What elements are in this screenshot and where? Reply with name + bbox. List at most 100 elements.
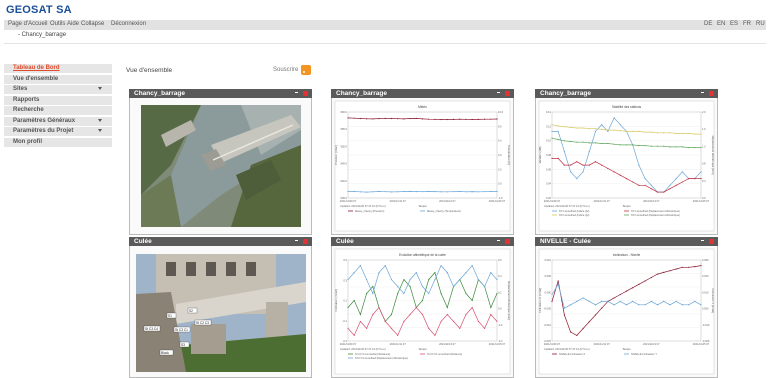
widget-header: Chancy_barrage	[129, 89, 312, 98]
minimize-icon[interactable]	[701, 92, 704, 93]
data-point	[663, 145, 665, 147]
aerial-photo	[130, 98, 311, 234]
data-point	[551, 124, 553, 126]
x-tick: 2021/11/09 07	[340, 342, 357, 346]
x-tick: 2021/11/09 07	[544, 342, 561, 346]
minimize-icon[interactable]	[497, 240, 500, 241]
lang-en[interactable]: EN	[717, 21, 725, 27]
menu-item-help[interactable]: Aide	[67, 21, 79, 27]
y-tick-right: 0.020	[702, 274, 709, 278]
data-point	[588, 142, 590, 144]
close-icon[interactable]	[709, 239, 714, 244]
data-point	[687, 146, 690, 149]
stability-chart: Stabilité des stations 0.14 0.12 0.10 0.08 0.…	[538, 100, 715, 232]
lang-de[interactable]: DE	[704, 21, 712, 27]
legend-entry: ST1 smoothed (Déplacement Altimétrique)	[631, 209, 680, 213]
data-point	[650, 145, 652, 147]
y-axis-label-right: Déplacement altimétrique [mm]	[507, 281, 511, 320]
y-tick-left: 0.010	[545, 258, 552, 262]
chart-title: Stabilité des stations	[612, 105, 642, 109]
data-point	[390, 191, 393, 193]
data-point	[446, 313, 448, 316]
meteo-chart: Météo960.0955.0950.0945.0940.0935.010.08…	[334, 100, 511, 232]
menu-item-tools[interactable]: Outils	[50, 21, 65, 27]
minimize-icon[interactable]	[295, 240, 298, 241]
data-point	[656, 145, 659, 147]
y-tick-right: 0.4	[498, 274, 502, 278]
x-tick: 2021/11/11 07	[390, 199, 407, 203]
data-point	[465, 313, 467, 316]
data-point	[390, 117, 393, 120]
data-point	[694, 266, 696, 268]
data-point	[347, 190, 349, 193]
data-point	[619, 293, 621, 296]
widget-body	[129, 98, 312, 235]
breadcrumb[interactable]: - Chancy_barrage	[18, 32, 66, 38]
data-point	[483, 327, 486, 330]
data-point	[551, 293, 553, 296]
subscribe-link[interactable]: Souscrire	[273, 67, 298, 73]
sidebar-item-search[interactable]: Recherche	[4, 106, 112, 115]
bridge-photo: S1 S2 St C3 C4 St C3 C1 St C2 C3 S3 Bloc…	[130, 246, 311, 377]
data-point	[465, 292, 467, 295]
legend-entry: ST1 smoothed (Indice Q2)	[559, 209, 590, 213]
data-point	[490, 118, 492, 120]
sidebar-item-dashboard[interactable]: Tableau de Bord	[4, 64, 112, 73]
sidebar-item-project-settings[interactable]: Paramètres du Projet	[4, 127, 112, 136]
data-point	[403, 320, 405, 323]
sidebar-item-profile[interactable]: Mon profil	[4, 137, 112, 147]
data-point	[694, 300, 696, 302]
y-tick-right: -0.2	[498, 323, 503, 327]
close-icon[interactable]	[709, 91, 714, 96]
data-point	[390, 327, 393, 330]
x-tick: 2021/11/13 07	[643, 199, 660, 203]
close-icon[interactable]	[505, 239, 510, 244]
y-axis-label-left: Inclinaison [mrad]	[334, 289, 338, 311]
sidebar-item-sites[interactable]: Sites	[4, 85, 112, 94]
sidebar-nav: Tableau de Bord Vue d'ensemble Sites Rap…	[4, 64, 112, 148]
data-point	[570, 171, 572, 173]
data-point	[378, 190, 380, 193]
brand-logo[interactable]: GEOSAT SA	[6, 4, 72, 16]
data-point	[421, 285, 424, 288]
sidebar-item-overview[interactable]: Vue d'ensemble	[4, 74, 112, 84]
data-point	[681, 171, 683, 173]
sidebar-item-reports[interactable]: Rapports	[4, 95, 112, 105]
y-tick-right: 2.0	[702, 110, 706, 114]
data-point	[601, 300, 603, 302]
menu-item-collapse[interactable]: Collapse	[81, 21, 104, 27]
x-axis-label: Temps	[622, 347, 631, 351]
rss-icon[interactable]	[301, 65, 311, 75]
close-icon[interactable]	[505, 91, 510, 96]
data-point	[619, 124, 621, 126]
data-point	[428, 292, 430, 295]
lang-ru[interactable]: RU	[756, 21, 765, 27]
y-tick-right: -0.010	[702, 323, 710, 327]
y-axis-label-left: Pression [mbar]	[334, 145, 338, 165]
data-point	[452, 320, 455, 323]
sidebar-item-general-settings[interactable]: Paramètres Généraux	[4, 116, 112, 126]
minimize-icon[interactable]	[701, 240, 704, 241]
legend-entry: NIVELLE Inclinaison X	[559, 352, 585, 356]
culee-chart: Evolution altimétrique de la culée 0.5 0.3…	[334, 248, 511, 375]
data-point	[576, 127, 578, 129]
close-icon[interactable]	[303, 91, 308, 96]
minimize-icon[interactable]	[295, 92, 298, 93]
data-point	[496, 190, 498, 192]
lang-fr[interactable]: FR	[743, 21, 751, 27]
y-tick-right: 10.0	[498, 110, 504, 114]
data-point	[440, 292, 442, 295]
close-icon[interactable]	[303, 239, 308, 244]
menu-item-logout[interactable]: Déconnexion	[111, 21, 146, 27]
lang-es[interactable]: ES	[730, 21, 738, 27]
data-point	[471, 191, 473, 193]
data-point	[557, 157, 559, 159]
y-axis-label-left: Variation [dB]	[538, 146, 542, 163]
x-tick: 2021/11/15 07	[489, 199, 506, 203]
data-point	[607, 130, 609, 133]
minimize-icon[interactable]	[497, 92, 500, 93]
data-point	[588, 151, 590, 153]
x-tick: 2021/11/13 07	[439, 199, 456, 203]
menu-item-home[interactable]: Page d'Accueil	[8, 21, 48, 27]
data-point	[557, 130, 559, 133]
